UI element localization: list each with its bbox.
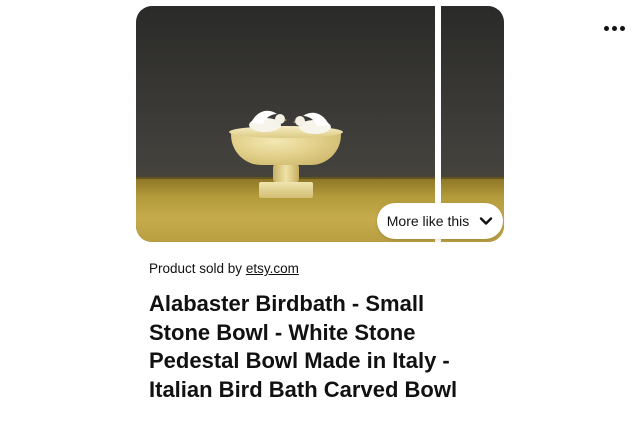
product-source: Product sold by etsy.com [149, 261, 299, 276]
chevron-down-icon [480, 217, 493, 225]
more-like-this-label: More like this [386, 213, 470, 229]
more-options-icon[interactable] [600, 18, 628, 38]
dot [619, 25, 625, 31]
more-like-this-button[interactable]: More like this [377, 203, 503, 239]
sold-by-label: Product sold by [149, 261, 243, 276]
birdbath-stem [273, 162, 299, 184]
product-title: Alabaster Birdbath - Small Stone Bowl - … [149, 291, 458, 402]
birdbath-base [259, 182, 313, 198]
birdbath-figure [229, 104, 343, 204]
dot [611, 25, 617, 31]
dot [603, 25, 609, 31]
dove-figure [249, 110, 287, 132]
source-link[interactable]: etsy.com [246, 261, 299, 276]
dove-figure [293, 112, 331, 134]
